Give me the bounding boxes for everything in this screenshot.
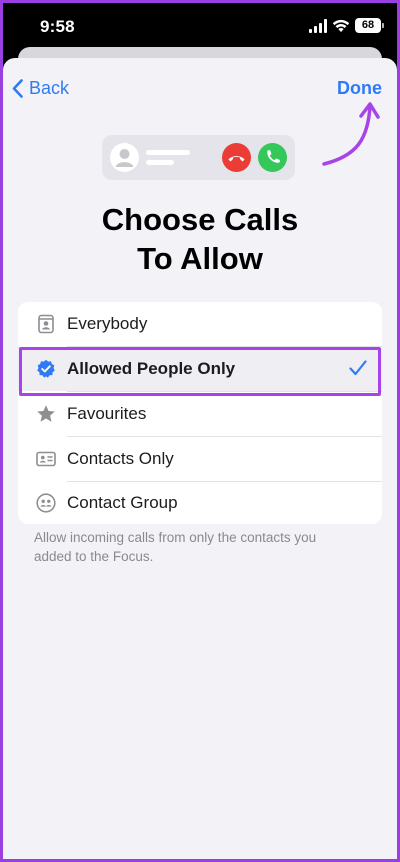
battery-indicator: 68	[355, 18, 384, 33]
chevron-left-icon	[12, 79, 23, 98]
status-time: 9:58	[40, 17, 75, 36]
done-button[interactable]: Done	[337, 78, 382, 99]
accept-call-icon	[258, 143, 287, 172]
checkmark-icon	[349, 360, 367, 376]
caller-detail-placeholder	[146, 160, 174, 165]
star-icon	[37, 405, 55, 422]
caller-name-placeholder	[146, 150, 190, 155]
back-label: Back	[29, 78, 70, 98]
calls-allow-list: Everybody Allowed People Only Favourites	[18, 302, 382, 524]
option-label: Everybody	[67, 314, 148, 333]
caller-avatar-icon	[110, 143, 139, 172]
person-frame-icon	[38, 314, 54, 334]
back-button[interactable]: Back	[12, 78, 69, 99]
page-title-line-2: To Allow	[137, 241, 263, 276]
phone-screen: 9:58 68 Back Done Choose Calls To Allow …	[3, 3, 397, 859]
verified-badge-icon	[37, 359, 55, 378]
option-label: Favourites	[67, 404, 147, 423]
option-label: Contacts Only	[67, 449, 174, 468]
option-contact-group[interactable]: Contact Group	[18, 481, 382, 524]
annotation-arrow-icon	[322, 102, 380, 166]
page-title: Choose Calls To Allow	[3, 200, 397, 278]
focus-calls-sheet: Back Done Choose Calls To Allow Everybod…	[3, 58, 397, 859]
decline-call-icon	[222, 143, 251, 172]
option-everybody[interactable]: Everybody	[18, 302, 382, 346]
wifi-icon	[332, 19, 350, 32]
status-bar: 9:58 68	[3, 3, 397, 53]
options-footnote: Allow incoming calls from only the conta…	[34, 530, 317, 564]
contact-card-icon	[36, 451, 56, 467]
group-icon	[36, 493, 56, 513]
option-label: Contact Group	[67, 493, 178, 512]
option-label: Allowed People Only	[67, 359, 236, 378]
option-contacts-only[interactable]: Contacts Only	[18, 437, 382, 481]
cellular-signal-icon	[309, 19, 327, 33]
option-allowed-people-only[interactable]: Allowed People Only	[18, 347, 382, 391]
call-illustration	[102, 135, 295, 180]
option-favourites[interactable]: Favourites	[18, 392, 382, 436]
page-title-line-1: Choose Calls	[101, 202, 299, 237]
